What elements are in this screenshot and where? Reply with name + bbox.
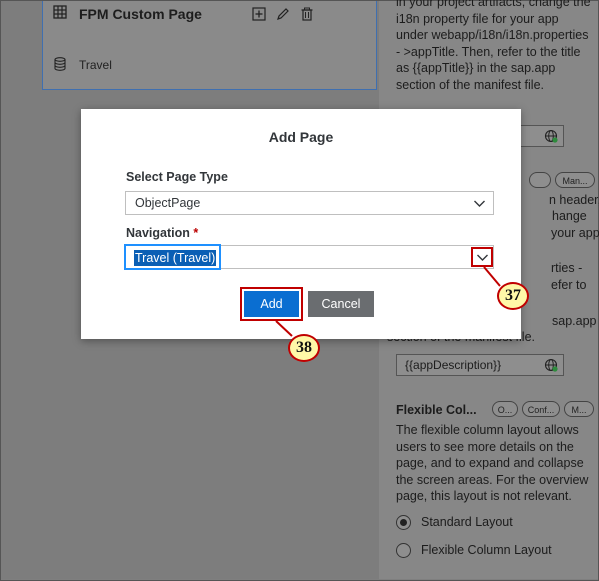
chevron-down-icon[interactable] <box>473 197 486 210</box>
add-page-dialog: Add Page Select Page Type ObjectPage Nav… <box>81 109 521 339</box>
dialog-title: Add Page <box>268 129 334 145</box>
description-help-fragment: rties - <box>551 261 583 275</box>
description-help-fragment: your app <box>551 226 599 240</box>
description-value: {{appDescription}} <box>405 358 502 372</box>
page-type-label: Select Page Type <box>126 170 228 184</box>
add-button[interactable]: Add <box>240 287 303 321</box>
flexible-option-pill[interactable]: O... <box>492 401 518 417</box>
navigation-label-text: Navigation <box>126 226 190 240</box>
callout-38: 38 <box>288 334 320 362</box>
edit-icon[interactable] <box>276 7 290 21</box>
table-icon <box>53 5 67 19</box>
flexible-help-text: The flexible column layout allows users … <box>396 423 589 503</box>
radio-label: Standard Layout <box>421 515 513 529</box>
navigation-label: Navigation * <box>126 226 198 240</box>
radio-flexible-column-layout[interactable]: Flexible Column Layout <box>396 543 552 559</box>
custom-page-card[interactable]: FPM Custom Page Travel <box>42 1 377 90</box>
description-help-fragment: hange <box>552 209 587 223</box>
card-entity-label: Travel <box>79 58 112 72</box>
globe-icon[interactable] <box>544 129 558 143</box>
description-option-pill[interactable] <box>529 172 551 188</box>
required-mark: * <box>193 226 199 240</box>
navigation-select[interactable]: Travel (Travel) <box>124 244 494 270</box>
navigation-value: Travel (Travel) <box>134 250 217 266</box>
card-title: FPM Custom Page <box>79 6 202 22</box>
description-input[interactable]: {{appDescription}} <box>396 354 564 376</box>
page-type-value: ObjectPage <box>135 196 201 210</box>
radio-label: Flexible Column Layout <box>421 543 552 557</box>
flexible-layout-label: Flexible Col... <box>396 403 477 417</box>
flexible-manual-pill[interactable]: M... <box>564 401 594 417</box>
description-help-fragment: sap.app <box>552 314 597 328</box>
callout-37: 37 <box>497 282 529 310</box>
radio-standard-layout[interactable]: Standard Layout <box>396 515 513 531</box>
add-icon[interactable] <box>252 7 266 21</box>
navigation-dropdown-button[interactable] <box>471 247 493 267</box>
page-type-select[interactable]: ObjectPage <box>125 191 494 215</box>
description-help-fragment: efer to <box>551 278 587 292</box>
flexible-config-pill[interactable]: Conf... <box>522 401 560 417</box>
cancel-button[interactable]: Cancel <box>308 291 374 317</box>
radio-button-checked[interactable] <box>396 515 411 531</box>
title-help-text: in your project artifacts, change the i1… <box>396 0 591 92</box>
radio-button[interactable] <box>396 543 411 559</box>
delete-icon[interactable] <box>300 7 314 21</box>
chevron-down-icon <box>477 254 488 261</box>
description-manual-pill[interactable]: Man... <box>555 172 595 188</box>
globe-icon[interactable] <box>544 358 558 372</box>
database-icon <box>54 57 66 71</box>
description-help-fragment: n header, <box>549 193 599 207</box>
